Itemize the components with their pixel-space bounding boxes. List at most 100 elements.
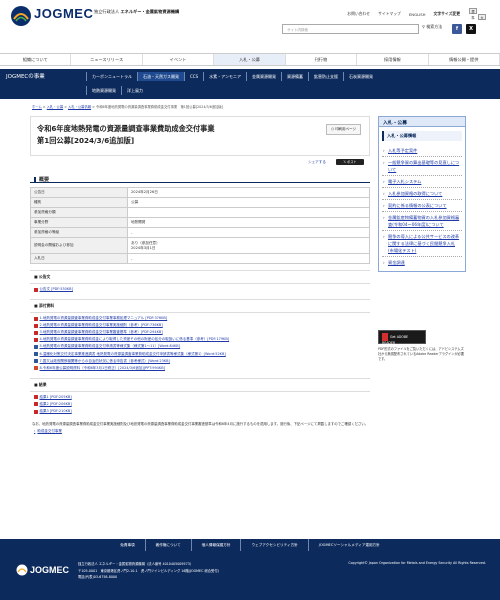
file-link-label: 結果3 [PDF:210KB]	[39, 409, 72, 414]
jogmec-footer-logo-icon[interactable]	[16, 563, 28, 577]
table-row: 種別 公募	[30, 197, 370, 208]
section-bar-icon	[34, 177, 36, 182]
breadcrumb-procurement[interactable]: 入札・公募	[47, 105, 63, 109]
utility-links: お問い合わせ サイトマップ ENGLISH 文字サイズ変更 標準大	[347, 8, 486, 20]
business-nav-item[interactable]: 水素・アンモニア	[203, 72, 246, 81]
footer-link-accessibility[interactable]: ウェブアクセシビリティ方針	[241, 539, 309, 551]
sitemap-link[interactable]: サイトマップ	[378, 11, 401, 17]
business-nav-item[interactable]: 地熱資源開発	[86, 86, 121, 95]
overview-table: 公告日 2024年2月26日 種別 公募 参加資格分類 事業分野 地熱開発 参加資格の…	[30, 187, 370, 264]
file-link[interactable]: 3.地熱発電の資源量調査事業費助成金交付事業審査基準（参考）[PDF:294KB…	[30, 329, 370, 336]
sidebar-item[interactable]: 競争の導入による公共サービスの改革に関する法律に基づく民間競争入札(市場化テスト…	[382, 231, 462, 257]
announcement-files: 公告文 [PDF:530KB]	[30, 286, 370, 293]
file-link-label: 結果2 [PDF:206KB]	[39, 401, 72, 406]
sidebar-item[interactable]: 入札等予定案件	[382, 145, 462, 157]
gnav-item-events[interactable]: イベント	[143, 54, 215, 65]
footer-link-privacy[interactable]: 個人情報保護方針	[192, 539, 242, 551]
pdf-icon	[34, 409, 38, 414]
file-link[interactable]: 8.令和6年度公募説明資料（令和6年3月1日修正）[2024/3/6追加][PP…	[30, 365, 370, 372]
footer-link-disclaimer[interactable]: 免責事項	[110, 539, 146, 551]
gnav-item-disclosure[interactable]: 情報公開・提供	[429, 54, 500, 65]
sidebar-item[interactable]: 金属鉱産物備蓄物資の入札参加資格審査(令和04～06年度)について	[382, 212, 462, 231]
jogmec-logo-icon[interactable]	[10, 5, 32, 27]
sidebar-item[interactable]: 契約に係る情報の公表について	[382, 200, 462, 212]
business-nav-item[interactable]: 石炭資源開発	[342, 72, 378, 81]
business-nav: JOGMECの事業 カーボンニュートラル 石油・天然ガス開発 CCS 水素・アン…	[0, 69, 500, 99]
table-value: 地熱開発	[127, 217, 370, 228]
gnav-item-recruitment[interactable]: 採用情報	[357, 54, 429, 65]
footer-address-line: 電話(代表)03-6758-8000	[78, 575, 118, 579]
business-nav-item[interactable]: カーボンニュートラル	[86, 72, 137, 81]
table-value: あり（参加任意） 2024年3月1日	[127, 237, 370, 254]
breadcrumb-procurement-info[interactable]: 入札・公募情報	[68, 105, 91, 109]
contact-link[interactable]: お問い合わせ	[347, 11, 370, 17]
file-link[interactable]: 公告文 [PDF:530KB]	[30, 286, 370, 293]
business-nav-item[interactable]: 石油・天然ガス開発	[137, 72, 184, 81]
sidebar-item[interactable]: 一般競争資の算出基礎等の見直しについて	[382, 157, 462, 176]
footer-link-copyright[interactable]: 著作権について	[146, 539, 192, 551]
print-page-label: 印刷用ページ	[335, 127, 356, 131]
share-bar: シェアする 𝕏 ポスト	[30, 156, 370, 170]
english-link[interactable]: ENGLISH	[409, 12, 426, 17]
site-header: JOGMEC 独立行政法人 エネルギー・金属鉱物資源機構 お問い合わせ サイトマ…	[0, 0, 500, 48]
business-nav-item[interactable]: 資源備蓄	[280, 72, 308, 81]
arrow-icon: ›	[34, 429, 36, 434]
sidebar-heading[interactable]: 入札・公募	[379, 117, 465, 127]
file-link-label: 2.地熱発電の資源量調査事業費助成金交付事業実施細則（参考）[PDF:736KB…	[39, 323, 163, 328]
table-row: 参加資格分類	[30, 207, 370, 218]
business-nav-row-2: 地熱資源開発 洋上風力	[86, 86, 148, 95]
table-row: 入札日 -	[30, 253, 370, 264]
file-link[interactable]: 4.地熱発電の資源量調査事業費助成金により取得した資産その他の財産の処分の取扱い…	[30, 336, 370, 343]
business-nav-item[interactable]: CCS	[184, 72, 203, 81]
file-link[interactable]: 7.国又は政府関係機関等からの自治的状況に係る申告書（参考様式）[Word:23…	[30, 358, 370, 365]
search-button[interactable]: ⚲ 検索方法	[422, 24, 442, 30]
table-value	[127, 207, 370, 218]
announcement-heading: ■ 公告文	[30, 270, 370, 284]
table-value: 2024年2月26日	[127, 187, 370, 198]
file-link[interactable]: 2.地熱発電の資源量調査事業費助成金交付事業実施細則（参考）[PDF:736KB…	[30, 322, 370, 329]
result-files: 結果1 [PDF:205KB] 結果2 [PDF:206KB] 結果3 [PDF…	[30, 394, 370, 415]
footer-link-social-media[interactable]: JOGMECソーシャルメディア運用方針	[309, 539, 390, 551]
share-link[interactable]: シェアする	[308, 160, 326, 165]
gnav-item-procurement[interactable]: 入札・公募	[214, 54, 286, 65]
file-link-label: 4.地熱発電の資源量調査事業費助成金により取得した資産その他の財産の処分の取扱い…	[39, 337, 230, 342]
file-link[interactable]: 結果2 [PDF:206KB]	[30, 401, 370, 408]
business-nav-item[interactable]: 金属資源開発	[245, 72, 281, 81]
table-label: 事業分野	[30, 217, 128, 228]
print-page-button[interactable]: ⎙ 印刷用ページ	[326, 124, 361, 135]
announcement-heading-text: 公告文	[38, 274, 51, 279]
font-size-normal-button[interactable]: 標準	[469, 8, 477, 20]
file-link[interactable]: 結果3 [PDF:210KB]	[30, 408, 370, 415]
table-value: 公募	[127, 197, 370, 208]
footer-logo-text[interactable]: JOGMEC	[30, 565, 69, 575]
table-value: -	[127, 227, 370, 238]
page-title-line-1: 令和6年度地熱発電の資源量調査事業費助成金交付事業	[37, 124, 215, 133]
post-button-label: ポスト	[347, 160, 357, 164]
sidebar-item[interactable]: 入札参加資格の取得について	[382, 188, 462, 200]
font-size-large-button[interactable]: 大	[478, 14, 486, 20]
gnav-item-publications[interactable]: 刊行物	[286, 54, 358, 65]
gnav-item-news[interactable]: ニュースリリース	[71, 54, 143, 65]
business-nav-item[interactable]: 洋上風力	[121, 86, 148, 95]
results-heading-text: 結果	[38, 381, 47, 387]
facebook-icon[interactable]: f	[452, 24, 462, 34]
business-nav-item[interactable]: 鉱害防止支援	[307, 72, 343, 81]
grant-project-link[interactable]: › 助成金交付事業	[30, 428, 370, 435]
adobe-reader-button[interactable]: Get ADOBE READER	[378, 330, 426, 345]
post-button[interactable]: 𝕏 ポスト	[336, 159, 364, 165]
sidebar-item[interactable]: 資金調達	[382, 257, 462, 268]
business-nav-title[interactable]: JOGMECの事業	[6, 72, 45, 80]
site-footer: JOGMEC 独立行政法人 エネルギー・金属鉱物資源機構（法人番号 401040…	[0, 551, 500, 600]
file-link-label: 8.令和6年度公募説明資料（令和6年3月1日修正）[2024/3/6追加][PP…	[39, 365, 165, 370]
search-input[interactable]: サイト内検索	[282, 24, 419, 34]
site-logo-text[interactable]: JOGMEC	[34, 6, 93, 21]
file-link[interactable]: 1.地熱発電の資源量調査事業費助成金交付事業事務処理マニュアル [PDF:376…	[30, 315, 370, 322]
x-twitter-icon[interactable]: X	[466, 24, 476, 34]
file-link[interactable]: 5.地熱発電の資源量調査事業費助成金交付申請書等様式集（様式第1～11）[Wor…	[30, 343, 370, 350]
gnav-item-organization[interactable]: 組織について	[0, 54, 72, 65]
sidebar-subheading[interactable]: 入札・公募情報	[382, 131, 462, 141]
breadcrumb-home[interactable]: ホーム	[32, 105, 42, 109]
sidebar-item[interactable]: 電子入札システム	[382, 176, 462, 188]
file-link[interactable]: 6.温暖化対策交付決定事業推進調書 地熱発電の資源量調査事業費助成金交付申請書等…	[30, 351, 370, 358]
file-link[interactable]: 結果1 [PDF:205KB]	[30, 394, 370, 401]
